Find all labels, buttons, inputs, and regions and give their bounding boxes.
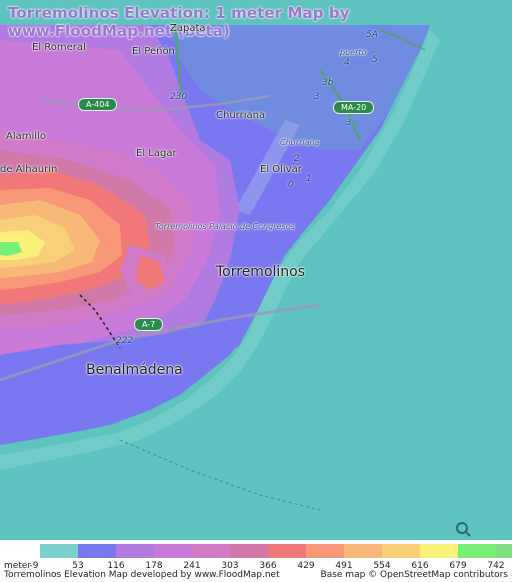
place-churriana-small: Churriana: [280, 138, 320, 147]
place-alamillo: Alamillo: [6, 131, 46, 142]
road-shield-a7: A-7: [134, 318, 164, 331]
legend-swatch: [382, 544, 420, 558]
footer-credit: Torremolinos Elevation Map developed by …: [4, 570, 280, 580]
place-el-olivar: El Olivar: [260, 164, 302, 175]
legend-swatch: [192, 544, 230, 558]
road-number-0: 0: [288, 180, 294, 190]
road-number-3: 3: [314, 92, 320, 102]
place-churriana: Churriana: [216, 110, 266, 121]
place-zapata: Zapata: [170, 23, 206, 34]
legend-swatch: [344, 544, 382, 558]
map-title: Torremolinos Elevation: 1 meter Map by w…: [8, 4, 350, 40]
place-torremolinos: Torremolinos: [216, 264, 306, 280]
place-palacio-congresos: Torremolinos Palacio de Congresos: [155, 222, 295, 231]
road-number-4: 4: [344, 58, 350, 68]
road-shield-ma20: MA-20: [333, 101, 375, 114]
place-el-lagar: El Lagar: [136, 148, 177, 159]
legend-tick-label: 429: [297, 561, 315, 571]
legend-swatch: [154, 544, 192, 558]
footer-basemap-credit: Base map © OpenStreetMap contributors: [320, 570, 508, 580]
place-de-alhaurin: de Alhaurin: [0, 164, 58, 175]
road-number-222: 222: [116, 336, 134, 346]
legend-swatch: [268, 544, 306, 558]
legend-swatch: [78, 544, 116, 558]
place-el-romeral: El Romeral: [32, 42, 86, 53]
elevation-map[interactable]: Torremolinos Elevation: 1 meter Map by w…: [0, 0, 512, 540]
legend-swatch: [306, 544, 344, 558]
place-puerto: puerto: [340, 48, 367, 57]
road-number-5a: 5A: [366, 30, 378, 40]
legend-swatch: [40, 544, 78, 558]
road-number-230: 230: [170, 92, 188, 102]
road-number-3b: 3b: [322, 78, 334, 88]
legend-swatch: [230, 544, 268, 558]
road-shield-a404: A-404: [78, 98, 118, 111]
road-number-1: 1: [306, 174, 312, 184]
road-number-3-east: 3: [346, 118, 352, 128]
road-number-5: 5: [372, 55, 378, 65]
place-benalmadena: Benalmádena: [86, 362, 183, 378]
legend-swatch: [496, 544, 512, 558]
legend-swatch: [116, 544, 154, 558]
road-number-2: 2: [294, 154, 300, 164]
legend-swatch: [420, 544, 458, 558]
legend-swatch: [458, 544, 496, 558]
place-el-penon: El Peñón: [132, 46, 175, 57]
elevation-legend: -9 53 116 178 241 303 366 429 491 554 616 679 742 me…: [0, 540, 512, 582]
